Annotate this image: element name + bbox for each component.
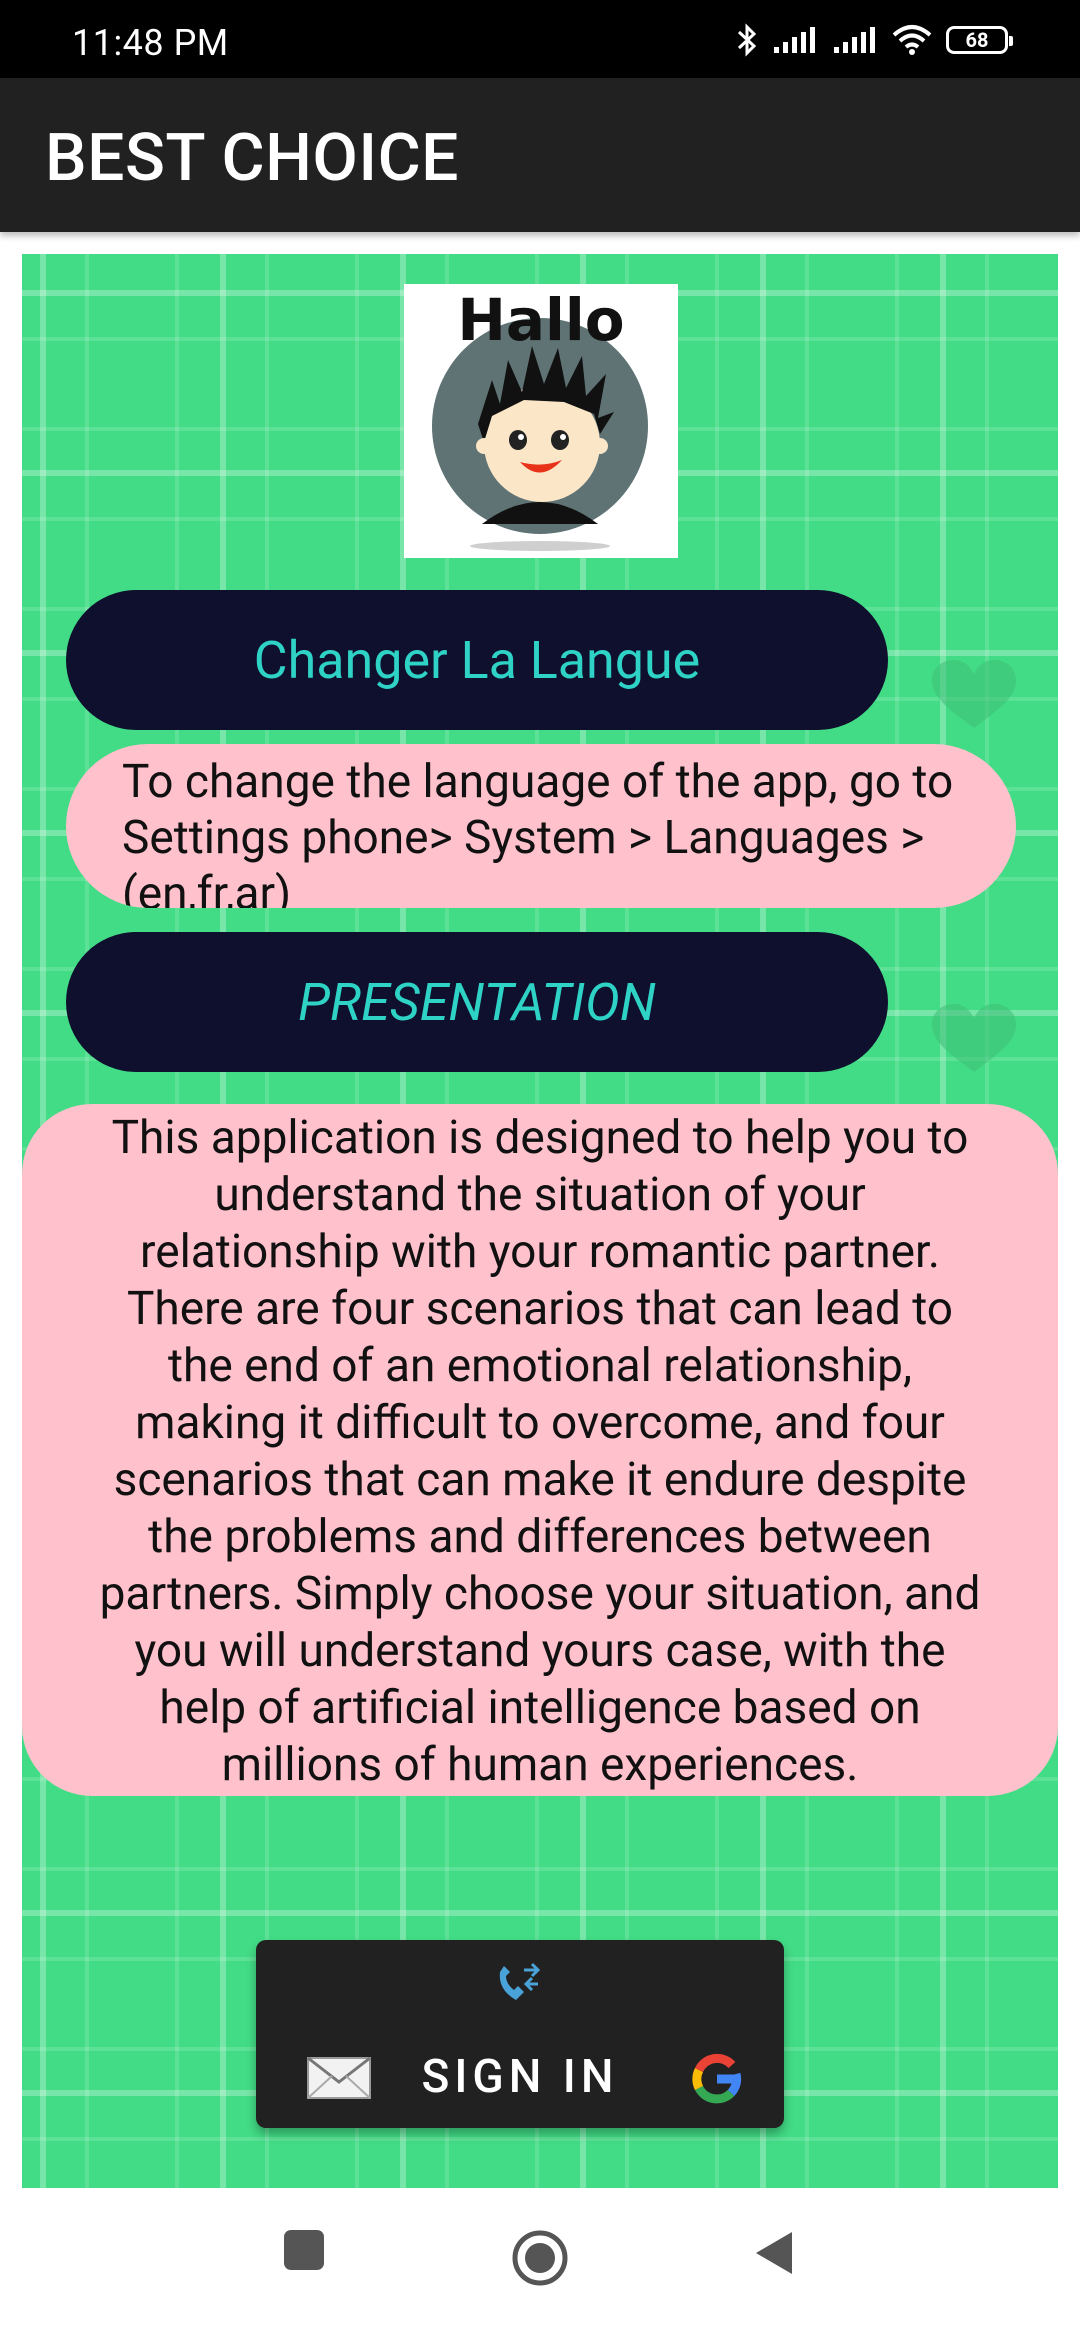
recents-icon[interactable] xyxy=(282,2228,326,2272)
navigation-bar xyxy=(0,2188,1080,2340)
wifi-icon xyxy=(892,25,932,55)
change-language-button[interactable]: Changer La Langue xyxy=(66,590,888,730)
signal-icon xyxy=(774,27,815,53)
logo-text: Hallo xyxy=(457,286,624,354)
google-icon[interactable] xyxy=(690,2052,744,2106)
presentation-label: PRESENTATION xyxy=(298,971,656,1033)
heart-icon xyxy=(932,660,1016,728)
signin-bar[interactable]: SIGN IN xyxy=(256,1940,784,2128)
signal-icon xyxy=(834,27,875,53)
bluetooth-icon xyxy=(737,23,757,57)
main-content: Hallo Changer La Langue To change the la… xyxy=(22,254,1058,2188)
change-language-label: Changer La Langue xyxy=(253,629,701,691)
language-info-text: To change the language of the app, go to… xyxy=(66,744,1016,908)
battery-level: 68 xyxy=(965,28,989,52)
app-bar: BEST CHOICE xyxy=(0,78,1080,232)
hallo-logo-image: Hallo xyxy=(432,286,648,551)
presentation-button[interactable]: PRESENTATION xyxy=(66,932,888,1072)
language-info-paragraph: To change the language of the app, go to… xyxy=(122,755,954,908)
back-icon[interactable] xyxy=(752,2228,796,2278)
status-time: 11:48 PM xyxy=(72,22,229,64)
app-title: BEST CHOICE xyxy=(45,120,459,197)
heart-icon xyxy=(932,1004,1016,1072)
home-icon[interactable] xyxy=(510,2228,570,2288)
battery-icon: 68 xyxy=(946,26,1013,54)
presentation-paragraph: This application is designed to help you… xyxy=(99,1111,981,1792)
status-bar: 11:48 PM 68 xyxy=(0,0,1080,78)
presentation-text: This application is designed to help you… xyxy=(22,1104,1058,1796)
phone-icon[interactable] xyxy=(494,1960,546,2008)
status-icons: 68 xyxy=(736,22,1013,58)
hallo-logo: Hallo xyxy=(404,284,678,558)
